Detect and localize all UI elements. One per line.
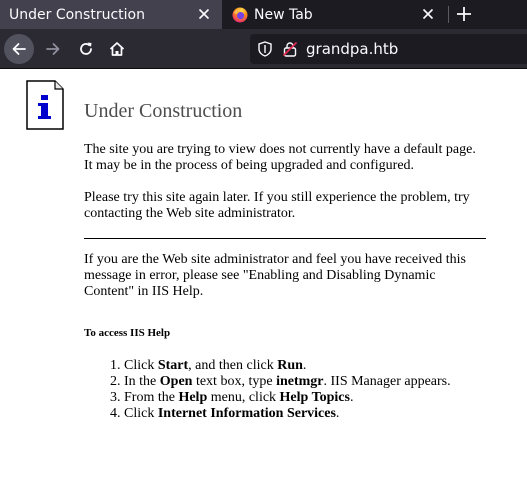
list-item: Click Internet Information Services. (124, 406, 486, 422)
divider (84, 238, 486, 239)
list-item: Click Start, and then click Run. (124, 358, 486, 374)
list-item: From the Help menu, click Help Topics. (124, 390, 486, 406)
page-title: Under Construction (84, 100, 243, 122)
back-button[interactable] (4, 34, 34, 64)
insecure-lock-icon[interactable] (282, 41, 298, 57)
home-icon (109, 42, 125, 56)
admin-paragraph: If you are the Web site administrator an… (84, 252, 466, 299)
forward-button[interactable] (38, 34, 68, 64)
shield-icon[interactable] (258, 41, 272, 57)
tab-title: New Tab (254, 6, 313, 23)
reload-icon (80, 42, 92, 55)
close-icon[interactable] (420, 6, 436, 22)
address-bar[interactable]: grandpa.htb (250, 34, 527, 64)
intro-paragraph: The site you are trying to view does not… (84, 142, 476, 173)
navigation-toolbar: grandpa.htb (0, 29, 527, 69)
list-item: In the Open text box, type inetmgr. IIS … (124, 374, 486, 390)
close-icon[interactable] (196, 6, 212, 22)
tab-new-tab[interactable]: New Tab (224, 0, 446, 29)
page-content: Under Construction The site you are tryi… (84, 98, 486, 422)
tab-strip: Under Construction New Tab (0, 0, 527, 29)
reload-button[interactable] (71, 34, 101, 64)
help-heading: To access IIS Help (84, 327, 171, 339)
tab-separator (448, 6, 449, 23)
url-text[interactable]: grandpa.htb (306, 40, 398, 58)
forward-arrow-icon (46, 43, 60, 55)
home-button[interactable] (102, 34, 132, 64)
tab-under-construction[interactable]: Under Construction (0, 0, 222, 29)
help-steps-list: Click Start, and then click Run. In the … (84, 358, 486, 422)
firefox-icon (232, 7, 248, 22)
retry-paragraph: Please try this site again later. If you… (84, 190, 470, 221)
info-icon (26, 80, 64, 130)
tab-title: Under Construction (9, 6, 145, 23)
plus-icon[interactable] (455, 5, 473, 23)
back-arrow-icon (12, 43, 26, 55)
